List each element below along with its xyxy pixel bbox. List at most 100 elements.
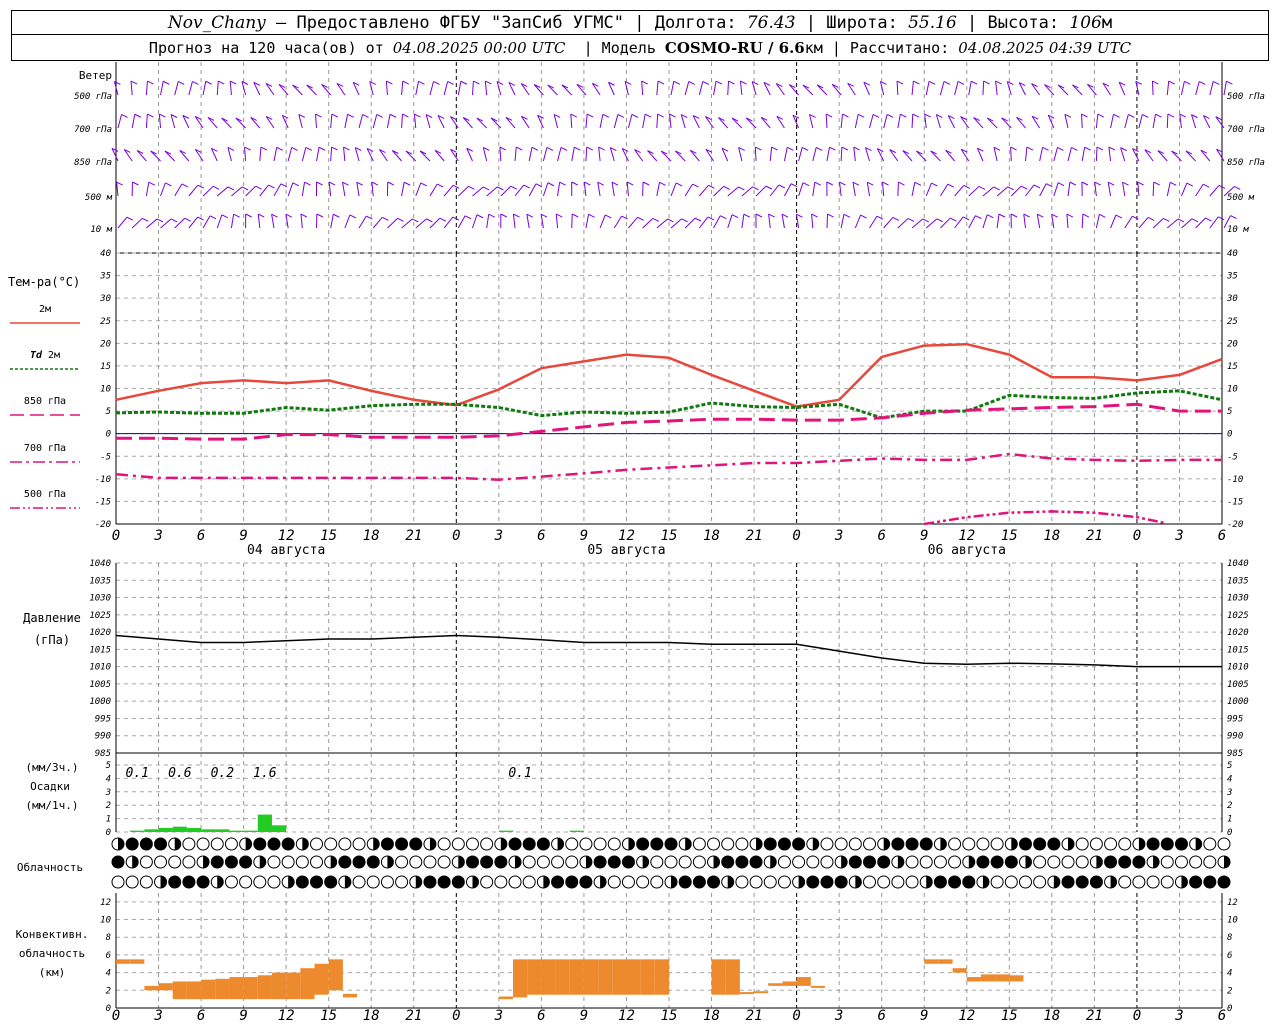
y-tick-label: -15	[1227, 497, 1243, 507]
wind-barb	[245, 185, 256, 197]
wind-barb-feather	[752, 186, 759, 191]
conv-bar	[739, 992, 755, 995]
cloud-symbol	[494, 875, 508, 889]
x-tick-label: 21	[405, 528, 422, 544]
wind-barb	[599, 114, 604, 129]
wind-barb-feather	[414, 113, 421, 118]
wind-barb-feather	[1226, 80, 1233, 85]
wind-barb	[897, 218, 909, 229]
y-tick-label: 10	[100, 385, 111, 395]
y-tick-label: 1005	[89, 680, 111, 690]
cloud-symbol	[168, 875, 182, 889]
precip-bar	[498, 830, 514, 832]
cloud-symbol	[891, 875, 905, 889]
cloud-symbol	[1004, 855, 1018, 869]
wind-barb-feather	[116, 181, 123, 186]
cloud-symbol	[749, 875, 763, 889]
wind-barb	[160, 218, 172, 229]
cloud-symbol-half	[302, 838, 309, 850]
wind-barb	[881, 182, 885, 197]
conv-bar	[711, 959, 726, 995]
wind-barb	[689, 149, 700, 162]
wind-barb	[1053, 182, 1059, 197]
wind-barb-feather	[900, 113, 907, 118]
wind-title: Ветер	[79, 69, 112, 82]
cloud-symbol	[1033, 875, 1047, 889]
wind-barb-feather	[389, 113, 397, 118]
wind-barb	[1095, 114, 1099, 129]
wind-barb	[816, 84, 828, 96]
cloud-symbol	[395, 855, 409, 869]
wind-barb	[1081, 113, 1083, 129]
conv-bar	[796, 977, 811, 986]
wind-level-label: 10 м	[1227, 225, 1249, 235]
wind-barb	[505, 117, 516, 129]
cloud-symbol	[281, 837, 295, 851]
wind-level-label: 500 гПа	[1227, 92, 1265, 102]
wind-barb	[954, 216, 964, 229]
cloud-symbol-half	[344, 876, 351, 888]
wind-barb	[826, 213, 829, 229]
wind-barb	[576, 84, 587, 96]
wind-barb	[973, 117, 984, 129]
wind-barb	[413, 114, 417, 129]
x-tick-label: 15	[661, 1008, 678, 1024]
wind-barb-feather	[420, 182, 428, 187]
precip-amount-label: 1.6	[253, 766, 277, 781]
wind-barb-feather	[571, 213, 579, 218]
cloud-symbol-half	[515, 856, 522, 868]
wind-barb	[713, 215, 721, 229]
wind-barb	[1200, 149, 1211, 162]
cloud-symbol	[1132, 875, 1146, 889]
cloud-symbol	[1075, 855, 1089, 869]
wind-barb	[244, 147, 247, 162]
x-tick-label: 0	[452, 1008, 460, 1024]
conv-bar	[328, 959, 343, 991]
wind-barb-feather	[304, 181, 311, 186]
wind-barb	[599, 214, 606, 229]
conv-bar	[257, 975, 272, 1000]
wind-barb-feather	[681, 218, 688, 223]
wind-barb	[597, 182, 601, 197]
wind-barb-feather	[1155, 113, 1162, 118]
wind-barb	[727, 214, 733, 229]
wind-barb	[698, 185, 709, 197]
cloud-symbol	[1089, 837, 1103, 851]
y-tick-label: 1010	[1227, 663, 1249, 673]
wind-barb-feather	[1094, 181, 1101, 186]
y-tick-label: 0	[106, 828, 111, 838]
wind-barb-feather	[132, 181, 139, 186]
wind-barb-feather	[598, 146, 605, 151]
wind-barb	[675, 150, 686, 162]
wind-barb-feather	[825, 113, 833, 118]
wind-barb-feather	[397, 217, 404, 222]
cloud-symbol	[1174, 837, 1188, 851]
wind-barb-feather	[1099, 213, 1106, 218]
y-tick-label: 25	[1227, 317, 1238, 327]
wind-barb-feather	[1168, 80, 1175, 85]
wind-barb-feather	[121, 113, 128, 118]
precip-bar	[243, 830, 258, 832]
wind-barb-feather	[328, 181, 336, 186]
y-tick-label: -10	[1227, 475, 1243, 485]
y-tick-label: 25	[100, 317, 111, 327]
wind-barb-feather	[531, 146, 539, 151]
cloud-symbol	[650, 875, 664, 889]
wind-barb	[117, 114, 122, 129]
wind-barb	[996, 214, 1000, 229]
cloud-symbol	[338, 837, 352, 851]
cloud-symbol	[919, 855, 933, 869]
wind-barb	[831, 83, 842, 96]
x-tick-label: 15	[320, 528, 337, 544]
cloud-symbol-half	[812, 838, 819, 850]
wind-barb-feather	[978, 185, 986, 190]
wind-barb-feather	[387, 181, 394, 186]
wind-barb-feather	[983, 80, 990, 85]
wind-barb-feather	[1007, 186, 1014, 191]
x-tick-label: 15	[320, 1008, 337, 1024]
y-tick-label: 4	[106, 969, 111, 979]
cloud-symbol	[763, 837, 777, 851]
y-tick-label: 10	[1227, 916, 1238, 926]
precip-bar	[229, 830, 244, 832]
wind-barb	[945, 149, 955, 162]
